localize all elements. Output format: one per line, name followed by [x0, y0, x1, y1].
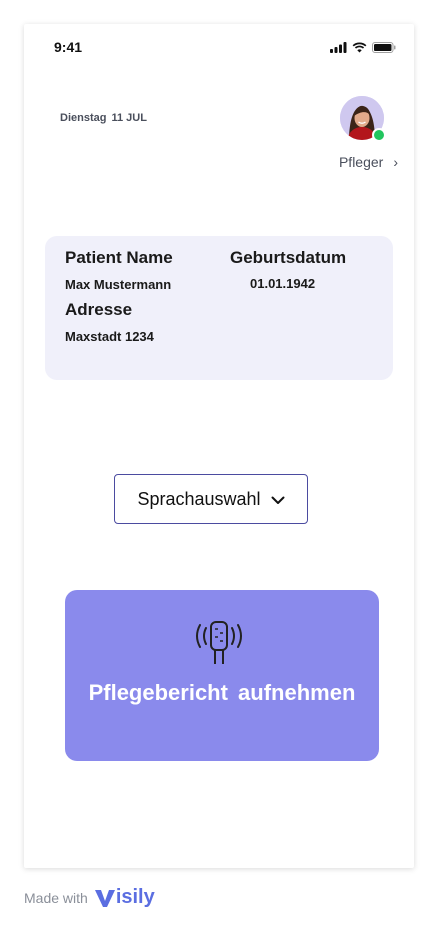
visily-v-icon: [94, 889, 115, 907]
chevron-right-icon: ›: [393, 154, 398, 170]
made-with-text: Made with: [24, 889, 88, 906]
visily-brand-text: isily: [115, 886, 155, 908]
chevron-down-icon: [271, 489, 285, 510]
role-label: Pfleger: [338, 154, 384, 170]
address-value: Maxstadt 1234: [65, 329, 154, 344]
birthdate-value: 01.01.1942: [250, 276, 316, 291]
signal-icon: [330, 40, 347, 58]
patient-name-value: Max Mustermann: [65, 277, 172, 292]
online-status-dot: [372, 128, 386, 142]
weekday: Dienstag: [60, 112, 107, 124]
patient-info-card: Patient Name Max Mustermann Geburtsdatum…: [45, 236, 393, 380]
wifi-icon: [352, 40, 367, 58]
patient-name-label: Patient Name: [65, 248, 173, 267]
status-time: 9:41: [54, 39, 83, 55]
birthdate-label: Geburtsdatum: [230, 248, 347, 267]
address-label: Adresse: [65, 300, 133, 319]
status-icons: [330, 40, 396, 58]
visily-logo: isily: [94, 886, 155, 909]
language-select-label: Sprachauswahl: [137, 488, 261, 509]
microphone-icon: [191, 618, 247, 673]
made-with-footer[interactable]: Made with isily: [24, 886, 155, 909]
record-report-label: Pflegebericht aufnehmen: [88, 680, 356, 705]
role-link[interactable]: Pfleger ›: [339, 154, 398, 170]
date-value: 11 JUL: [111, 112, 147, 124]
battery-icon: [372, 40, 396, 58]
phone-frame: 9:41 Dienstag 11 JUL Pfleger › Patient N…: [24, 24, 414, 868]
date-display: Dienstag 11 JUL: [60, 112, 147, 124]
language-select[interactable]: Sprachauswahl: [114, 474, 308, 524]
record-report-button[interactable]: Pflegebericht aufnehmen: [65, 590, 379, 761]
